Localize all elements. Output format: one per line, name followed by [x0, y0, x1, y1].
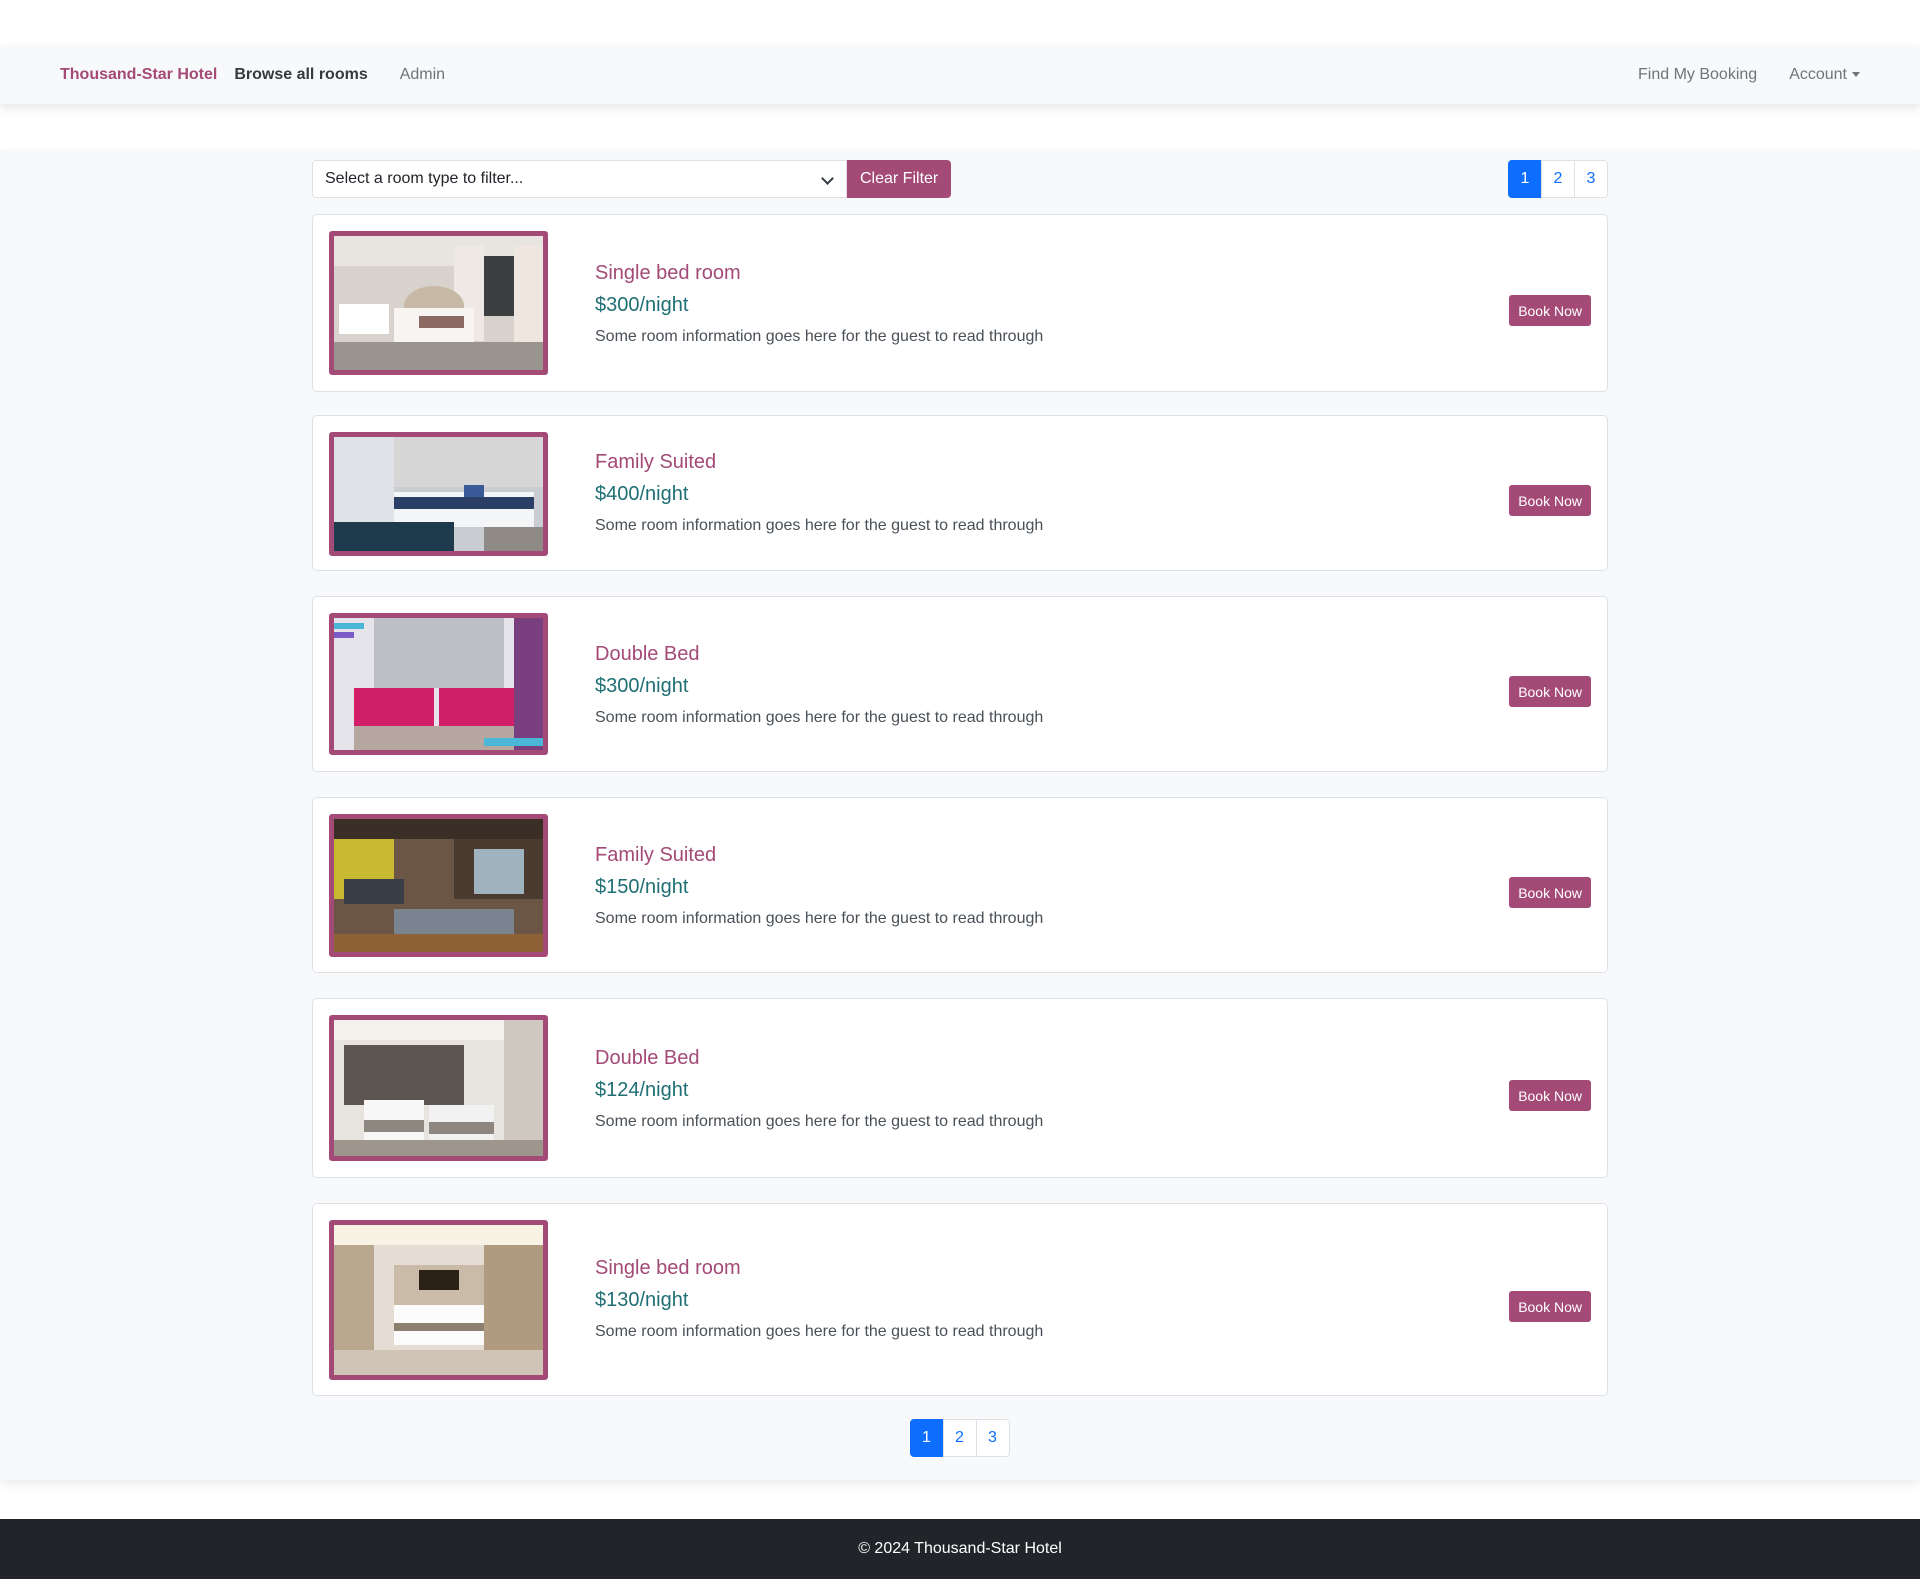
book-now-button[interactable]: Book Now — [1509, 676, 1591, 707]
page-2-button[interactable]: 2 — [942, 1419, 977, 1457]
page-3-button[interactable]: 3 — [1574, 160, 1608, 198]
room-price: $400/night — [595, 483, 689, 505]
nav-browse-rooms[interactable]: Browse all rooms — [234, 66, 367, 84]
account-dropdown[interactable]: Account — [1789, 66, 1860, 84]
room-card: Family Suited $150/night Some room infor… — [312, 797, 1608, 973]
book-now-button[interactable]: Book Now — [1509, 1080, 1591, 1111]
room-type-select-text: Select a room type to filter... — [325, 170, 524, 187]
room-photo — [329, 231, 548, 375]
clear-filter-button[interactable]: Clear Filter — [847, 160, 952, 198]
brand-link[interactable]: Thousand-Star Hotel — [60, 66, 217, 84]
room-card: Double Bed $300/night Some room informat… — [312, 596, 1608, 772]
main-content: Select a room type to filter... Clear Fi… — [0, 150, 1920, 1480]
room-photo — [329, 1220, 548, 1380]
page-3-button[interactable]: 3 — [975, 1419, 1010, 1457]
room-info: Double Bed $124/night Some room informat… — [595, 1046, 1043, 1132]
room-photo — [329, 432, 548, 556]
room-photo — [329, 814, 548, 957]
nav-find-booking[interactable]: Find My Booking — [1638, 66, 1757, 84]
room-price: $150/night — [595, 876, 689, 898]
bottom-pagination: 1 2 3 — [909, 1419, 1010, 1457]
room-price: $300/night — [595, 675, 689, 697]
room-description: Some room information goes here for the … — [595, 1323, 1044, 1340]
room-description: Some room information goes here for the … — [595, 517, 1044, 534]
room-type-select[interactable]: Select a room type to filter... — [312, 160, 847, 198]
room-card: Single bed room $130/night Some room inf… — [312, 1203, 1608, 1396]
room-title: Family Suited — [595, 844, 717, 866]
book-now-button[interactable]: Book Now — [1509, 295, 1591, 326]
nav-admin[interactable]: Admin — [400, 66, 445, 84]
room-description: Some room information goes here for the … — [595, 709, 1044, 726]
site-footer: © 2024 Thousand-Star Hotel — [0, 1519, 1920, 1579]
footer-copyright: © 2024 Thousand-Star Hotel — [858, 1540, 1062, 1557]
room-description: Some room information goes here for the … — [595, 1113, 1044, 1130]
room-photo — [329, 613, 548, 755]
room-title: Single bed room — [595, 262, 741, 284]
room-card: Family Suited $400/night Some room infor… — [312, 415, 1608, 571]
page-1-button[interactable]: 1 — [909, 1419, 944, 1457]
room-card: Single bed room $300/night Some room inf… — [312, 214, 1608, 392]
room-info: Single bed room $300/night Some room inf… — [595, 261, 1043, 347]
room-price: $130/night — [595, 1289, 689, 1311]
page-2-button[interactable]: 2 — [1541, 160, 1575, 198]
top-pagination: 1 2 3 — [1508, 160, 1608, 198]
room-title: Double Bed — [595, 1047, 700, 1069]
room-photo — [329, 1015, 548, 1161]
room-title: Double Bed — [595, 643, 700, 665]
room-info: Family Suited $150/night Some room infor… — [595, 843, 1043, 929]
room-title: Family Suited — [595, 451, 717, 473]
room-title: Single bed room — [595, 1257, 741, 1279]
account-label: Account — [1789, 66, 1847, 83]
room-description: Some room information goes here for the … — [595, 328, 1044, 345]
room-price: $300/night — [595, 294, 689, 316]
caret-down-icon — [1852, 72, 1860, 78]
room-info: Double Bed $300/night Some room informat… — [595, 642, 1043, 728]
book-now-button[interactable]: Book Now — [1509, 485, 1591, 516]
filter-toolbar: Select a room type to filter... Clear Fi… — [312, 160, 1608, 198]
bottom-pagination-wrapper: 1 2 3 — [0, 1419, 1920, 1457]
room-info: Single bed room $130/night Some room inf… — [595, 1256, 1043, 1342]
chevron-down-icon — [821, 172, 834, 185]
page-1-button[interactable]: 1 — [1508, 160, 1542, 198]
room-card: Double Bed $124/night Some room informat… — [312, 998, 1608, 1178]
nav-right-group: Find My Booking Account — [1606, 66, 1860, 84]
book-now-button[interactable]: Book Now — [1509, 1291, 1591, 1322]
room-info: Family Suited $400/night Some room infor… — [595, 450, 1043, 536]
room-description: Some room information goes here for the … — [595, 910, 1044, 927]
book-now-button[interactable]: Book Now — [1509, 877, 1591, 908]
room-price: $124/night — [595, 1079, 689, 1101]
top-navbar: Thousand-Star Hotel Browse all rooms Adm… — [0, 46, 1920, 104]
